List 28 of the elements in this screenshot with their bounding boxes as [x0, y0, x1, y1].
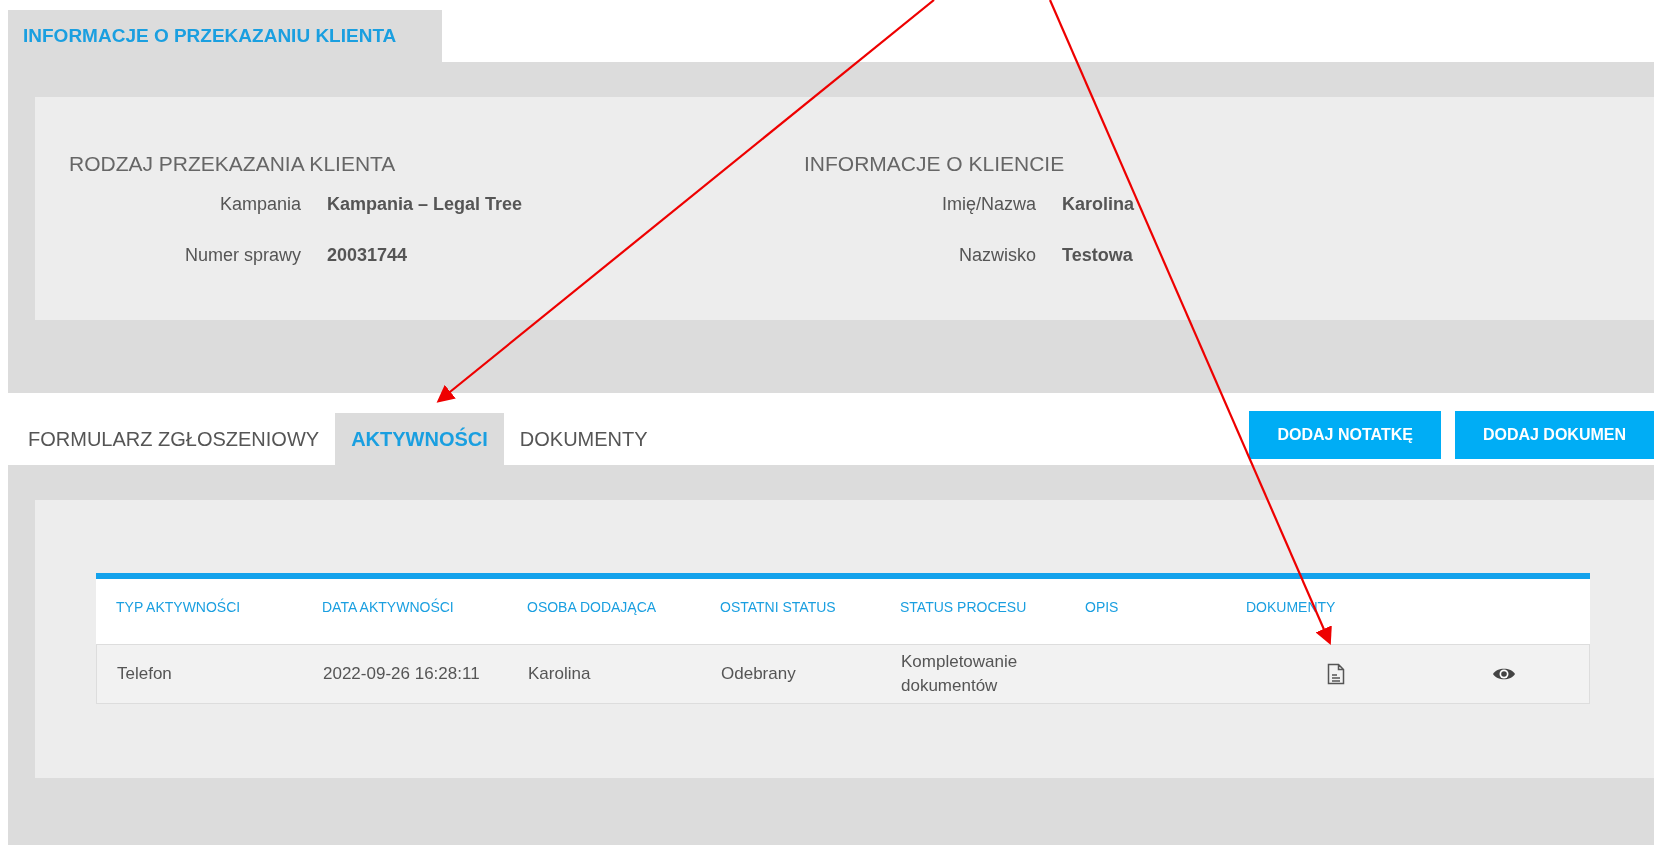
- table-cell-text: Karolina: [528, 663, 592, 685]
- document-icon[interactable]: [1327, 663, 1345, 685]
- section-tab[interactable]: INFORMACJE O PRZEKAZANIU KLIENTA: [8, 10, 442, 62]
- table-cell-text: Odebrany: [721, 663, 797, 685]
- column-header[interactable]: TYP AKTYWNOŚCI: [116, 599, 322, 615]
- field-label: Nazwisko: [957, 245, 1036, 266]
- section-title: RODZAJ PRZEKAZANIA KLIENTA: [69, 152, 397, 176]
- table-cell-text: 2022-09-26 16:28:11: [323, 663, 481, 685]
- column-header[interactable]: OSTATNI STATUS: [720, 599, 900, 615]
- field-value: Karolina: [1062, 194, 1136, 215]
- field-label: Imię/Nazwa: [940, 194, 1036, 215]
- column-header[interactable]: OPIS: [1085, 599, 1246, 615]
- view-icon[interactable]: [1492, 666, 1516, 682]
- field-label: Kampania: [218, 194, 301, 215]
- add-note-button[interactable]: DODAJ NOTATKĘ: [1249, 411, 1441, 459]
- field-value: Testowa: [1062, 245, 1134, 266]
- tab[interactable]: AKTYWNOŚCI: [335, 413, 504, 465]
- add-document-button[interactable]: DODAJ DOKUMEN: [1454, 411, 1654, 459]
- column-header[interactable]: DATA AKTYWNOŚCI: [322, 599, 527, 615]
- column-header[interactable]: STATUS PROCESU: [900, 599, 1085, 615]
- section-tab-label: INFORMACJE O PRZEKAZANIU KLIENTA: [23, 25, 397, 47]
- table-cell-text: Kompletowanie dokumentów: [901, 651, 1019, 697]
- column-header[interactable]: OSOBA DODAJĄCA: [527, 599, 720, 615]
- field-value: Kampania – Legal Tree: [327, 194, 524, 215]
- table-cell-text: Telefon: [117, 663, 173, 685]
- field-value: 20031744: [327, 245, 409, 266]
- field-label: Numer sprawy: [183, 245, 301, 266]
- section-title: INFORMACJE O KLIENCIE: [804, 152, 1066, 176]
